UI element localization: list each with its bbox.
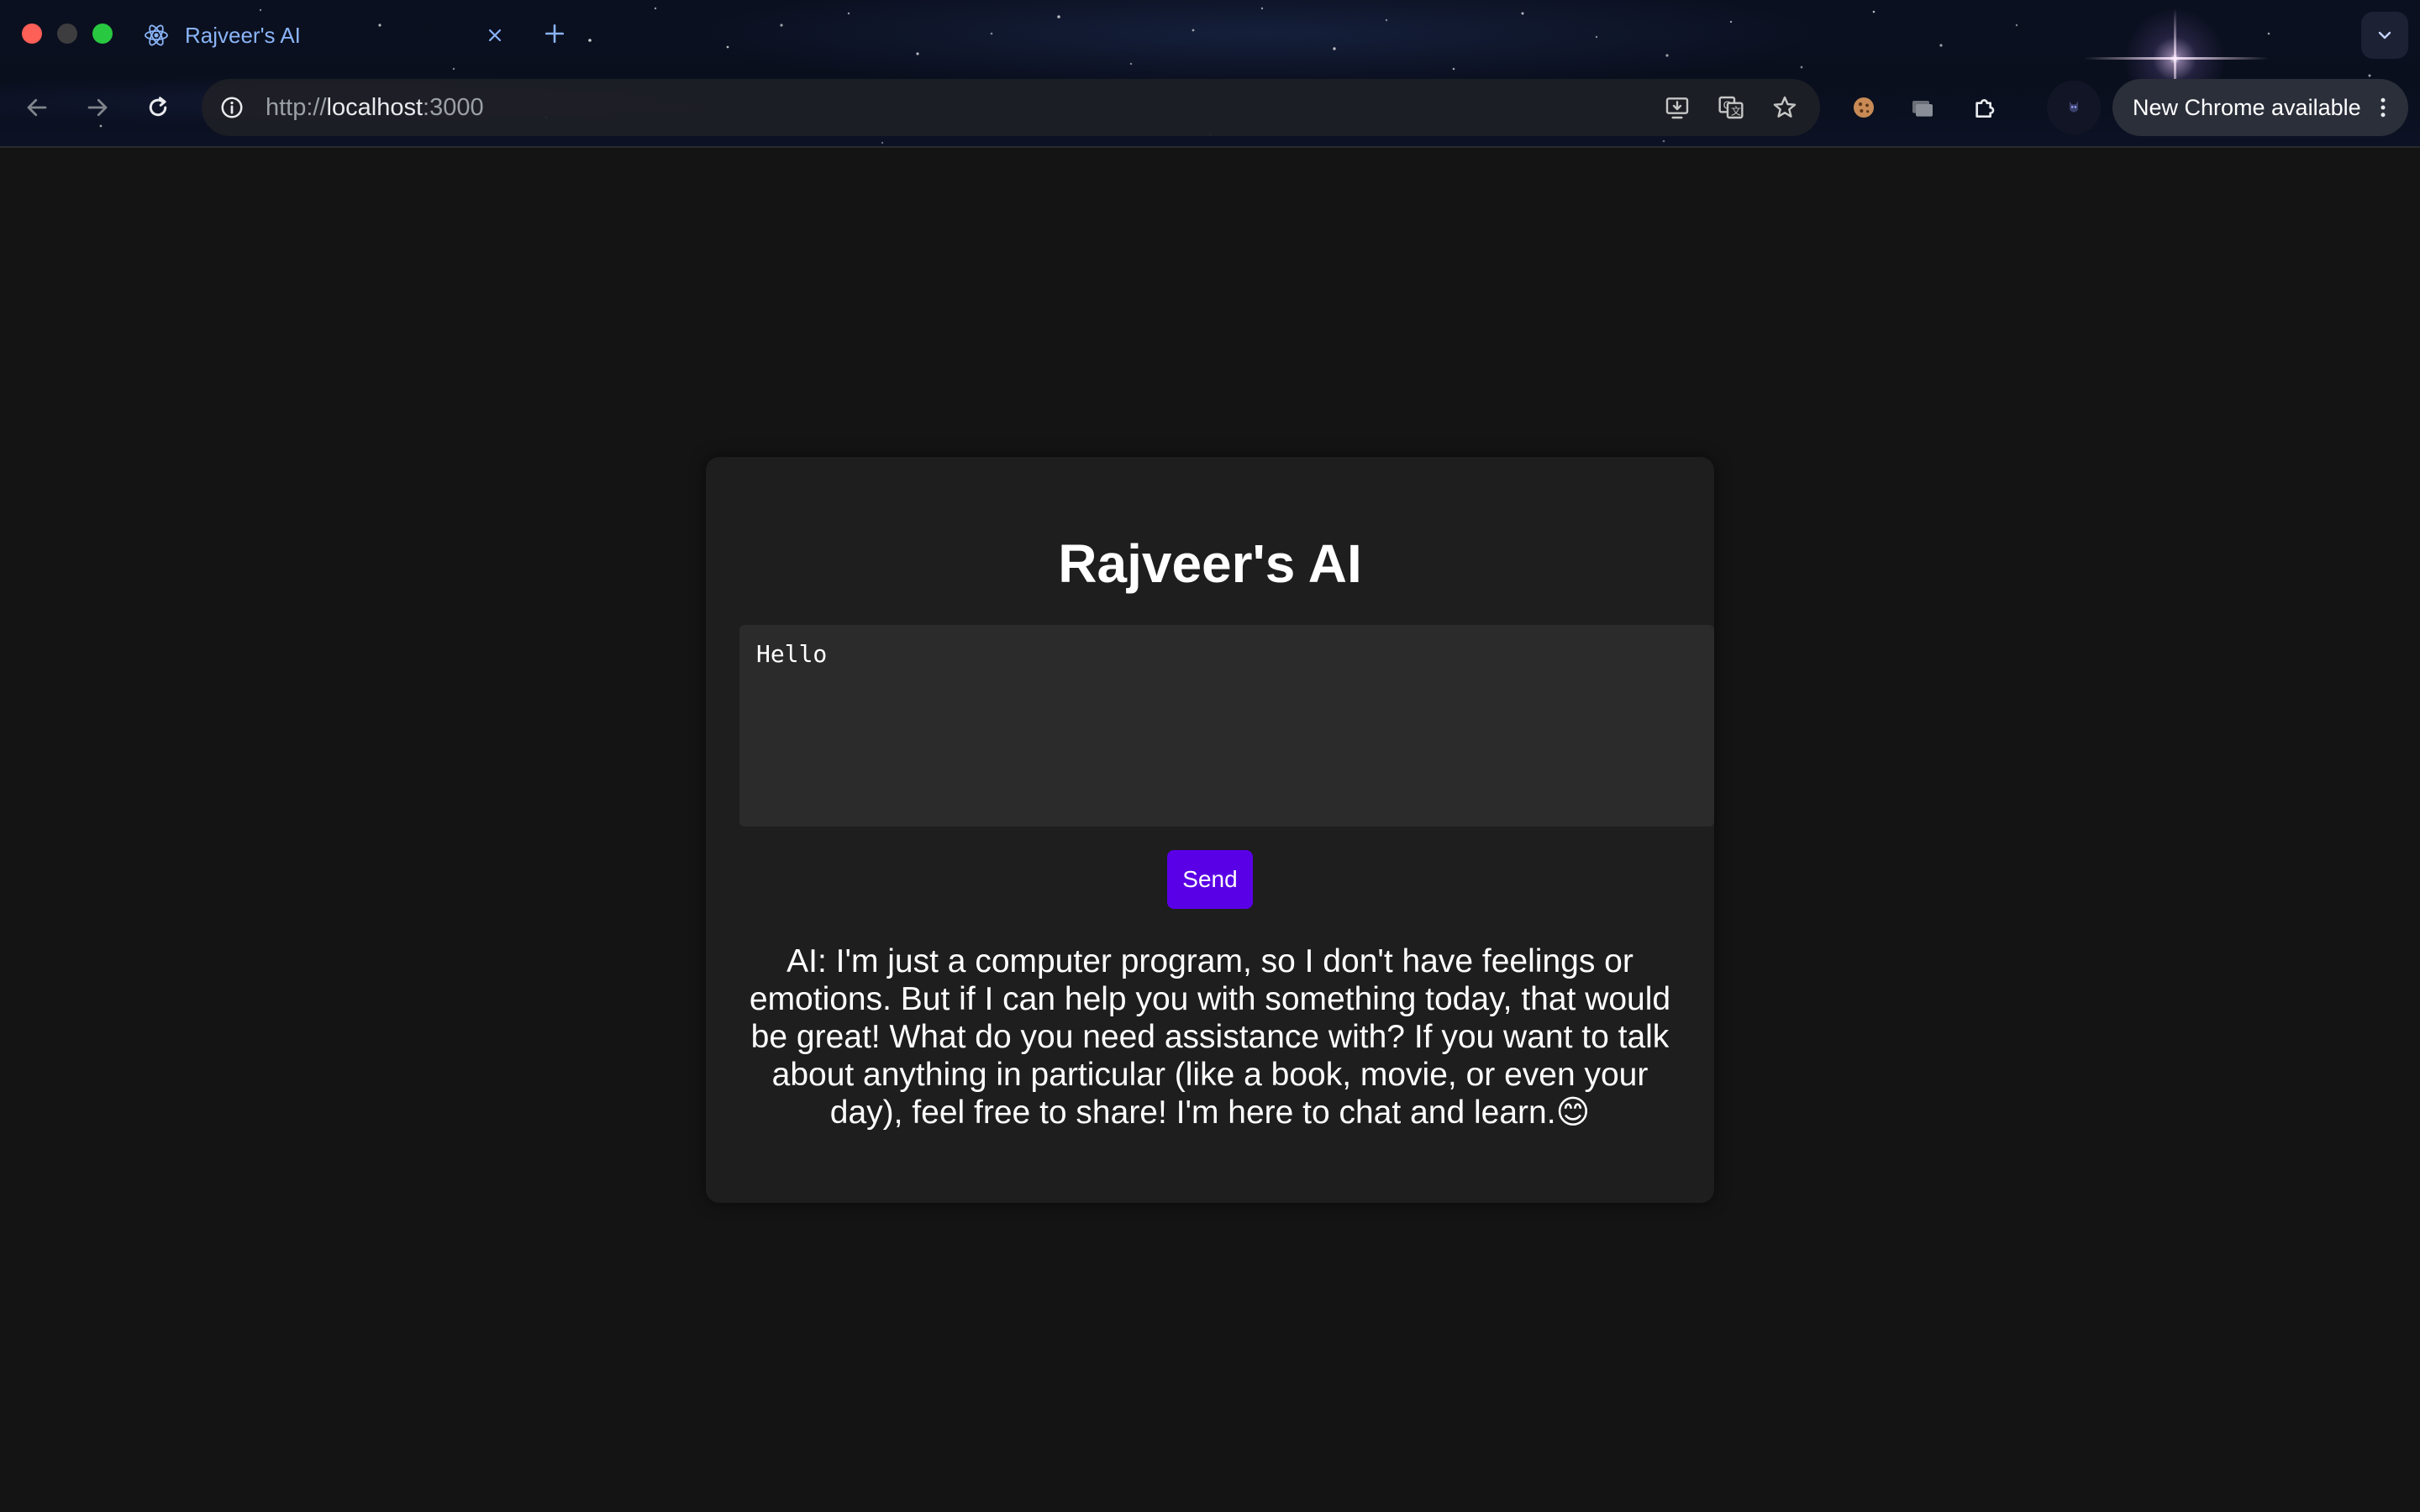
url-scheme: http:// [266,93,327,121]
react-atom-icon [143,22,170,49]
new-chrome-available-button[interactable]: New Chrome available [2112,79,2408,136]
kebab-menu-icon[interactable] [2366,91,2400,124]
arrow-left-icon[interactable] [20,91,54,124]
close-window-button[interactable] [22,24,42,44]
url-port: :3000 [423,93,484,121]
svg-text:文: 文 [1731,105,1741,118]
install-app-icon[interactable] [1659,89,1696,126]
maximize-window-button[interactable] [92,24,113,44]
avatar[interactable] [2047,81,2101,134]
arrow-right-icon[interactable] [81,91,114,124]
chat-card: Rajveer's AI Hello Send AI: I'm just a c… [706,457,1714,1203]
star-flare [2084,57,2269,60]
plus-icon[interactable] [539,18,570,49]
cookie-icon[interactable] [1844,87,1884,128]
address-bar[interactable]: http://localhost:3000 G文 [202,79,1820,136]
update-button-label: New Chrome available [2133,94,2361,120]
prompt-input[interactable]: Hello [739,625,1714,827]
minimize-window-button[interactable] [57,24,77,44]
chevron-down-icon[interactable] [2361,12,2408,59]
star-icon[interactable] [1766,89,1803,126]
send-button[interactable]: Send [1167,850,1253,909]
browser-toolbar: Rajveer's AI http://localhost:3000 G文 [0,0,2420,148]
tab-title: Rajveer's AI [185,22,301,48]
puzzle-icon[interactable] [1965,87,2005,128]
cast-icon[interactable] [1902,87,1943,128]
close-icon[interactable] [481,21,509,50]
url-text[interactable]: http://localhost:3000 [266,94,1659,122]
url-host: localhost [326,93,424,121]
page-content: Rajveer's AI Hello Send AI: I'm just a c… [0,148,2420,1512]
page-title: Rajveer's AI [1058,533,1362,594]
translate-icon[interactable]: G文 [1712,89,1749,126]
ai-response: AI: I'm just a computer program, so I do… [749,943,1671,1131]
browser-tab[interactable]: Rajveer's AI [134,12,521,59]
info-icon[interactable] [215,91,249,124]
reload-icon[interactable] [141,91,175,124]
window-controls [22,24,113,44]
